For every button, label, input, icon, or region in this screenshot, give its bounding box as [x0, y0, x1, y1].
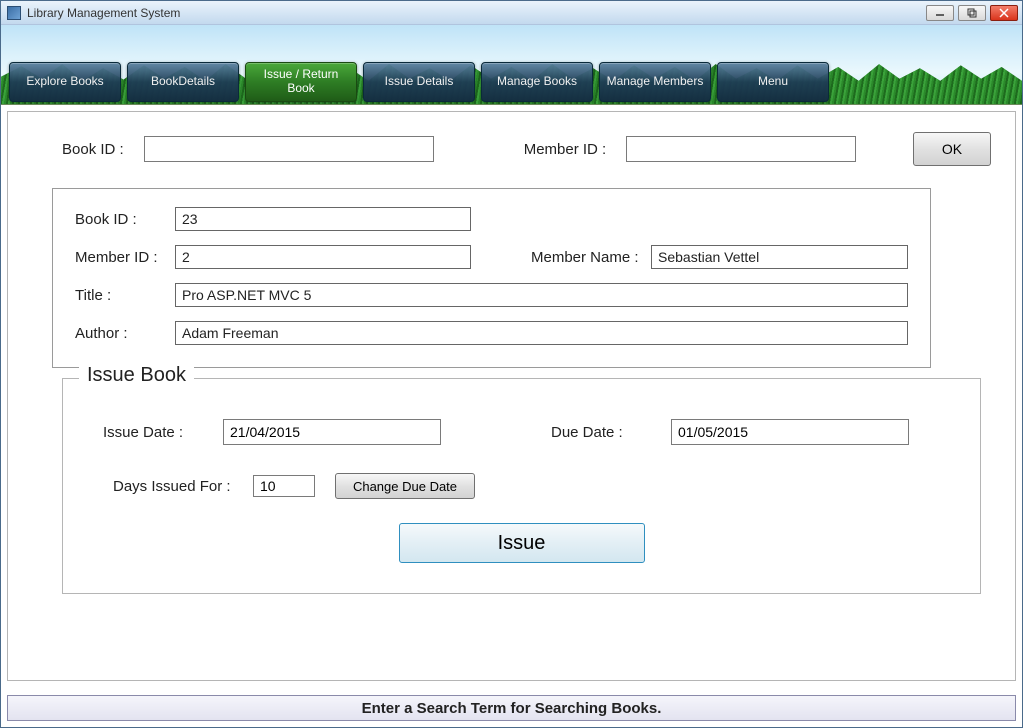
- tab-issue-details[interactable]: Issue Details: [363, 62, 475, 102]
- status-text: Enter a Search Term for Searching Books.: [362, 700, 662, 717]
- close-button[interactable]: [990, 5, 1018, 21]
- tab-label: Menu: [758, 75, 788, 89]
- issue-button-label: Issue: [498, 532, 546, 554]
- close-icon: [999, 8, 1009, 18]
- detail-title-label: Title :: [75, 287, 175, 304]
- app-window: Library Management System Explore Books …: [0, 0, 1023, 728]
- nav-tabs: Explore Books BookDetails Issue / Return…: [9, 62, 829, 102]
- days-issued-input[interactable]: [253, 475, 315, 497]
- change-due-date-button[interactable]: Change Due Date: [335, 473, 475, 499]
- member-id-input[interactable]: [626, 136, 856, 162]
- header-strip: Explore Books BookDetails Issue / Return…: [1, 25, 1022, 105]
- tab-label: Manage Books: [497, 75, 577, 89]
- issue-button[interactable]: Issue: [399, 523, 645, 563]
- minimize-icon: [935, 8, 945, 18]
- ok-button[interactable]: OK: [913, 132, 991, 166]
- detail-member-id-label: Member ID :: [75, 249, 175, 266]
- detail-title-value: Pro ASP.NET MVC 5: [175, 283, 908, 307]
- tab-issue-return-book[interactable]: Issue / Return Book: [245, 62, 357, 102]
- details-box: Book ID : 23 Member ID : 2 Member Name :…: [52, 188, 931, 368]
- change-due-date-label: Change Due Date: [353, 479, 457, 494]
- status-bar: Enter a Search Term for Searching Books.: [7, 695, 1016, 721]
- due-date-label: Due Date :: [551, 424, 651, 441]
- book-id-input[interactable]: [144, 136, 434, 162]
- tab-label: Issue Details: [385, 75, 454, 89]
- detail-book-id-value: 23: [175, 207, 471, 231]
- issue-book-group: Issue Book Issue Date : Due Date : Days …: [62, 378, 981, 594]
- tab-menu[interactable]: Menu: [717, 62, 829, 102]
- minimize-button[interactable]: [926, 5, 954, 21]
- tab-manage-members[interactable]: Manage Members: [599, 62, 711, 102]
- tab-label: Manage Members: [607, 75, 704, 89]
- app-icon: [7, 6, 21, 20]
- tab-label: Issue / Return Book: [252, 68, 350, 96]
- detail-author-label: Author :: [75, 325, 175, 342]
- window-controls: [926, 5, 1018, 21]
- lookup-row: Book ID : Member ID : OK: [32, 132, 991, 166]
- detail-book-id-label: Book ID :: [75, 211, 175, 228]
- issue-date-label: Issue Date :: [103, 424, 203, 441]
- detail-member-name-label: Member Name :: [531, 249, 651, 266]
- content-area: Book ID : Member ID : OK Book ID : 23 Me…: [1, 105, 1022, 687]
- issue-book-legend: Issue Book: [79, 364, 194, 387]
- book-id-label: Book ID :: [62, 141, 124, 158]
- titlebar: Library Management System: [1, 1, 1022, 25]
- window-title: Library Management System: [27, 6, 180, 20]
- maximize-icon: [967, 8, 977, 18]
- member-id-label: Member ID :: [524, 141, 607, 158]
- main-panel: Book ID : Member ID : OK Book ID : 23 Me…: [7, 111, 1016, 681]
- maximize-button[interactable]: [958, 5, 986, 21]
- tab-explore-books[interactable]: Explore Books: [9, 62, 121, 102]
- detail-author-value: Adam Freeman: [175, 321, 908, 345]
- detail-member-id-value: 2: [175, 245, 471, 269]
- detail-member-name-value: Sebastian Vettel: [651, 245, 908, 269]
- tab-label: Explore Books: [26, 75, 103, 89]
- issue-date-input[interactable]: [223, 419, 441, 445]
- due-date-input[interactable]: [671, 419, 909, 445]
- ok-button-label: OK: [942, 141, 962, 157]
- days-issued-label: Days Issued For :: [103, 478, 233, 495]
- tab-manage-books[interactable]: Manage Books: [481, 62, 593, 102]
- tab-book-details[interactable]: BookDetails: [127, 62, 239, 102]
- tab-label: BookDetails: [151, 75, 215, 89]
